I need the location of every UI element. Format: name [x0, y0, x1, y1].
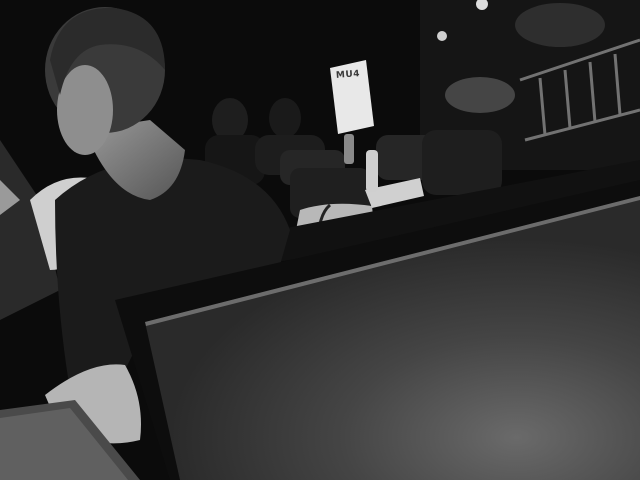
banner-text: MU4: [335, 69, 361, 81]
water-bottle: [344, 134, 354, 164]
ceiling-light: [437, 31, 447, 41]
person-silhouette: [269, 98, 301, 138]
crowd-person: [515, 3, 605, 47]
water-bottle: [366, 150, 378, 192]
chair: [422, 130, 502, 195]
man-face: [57, 65, 113, 155]
crowd-person: [445, 77, 515, 113]
